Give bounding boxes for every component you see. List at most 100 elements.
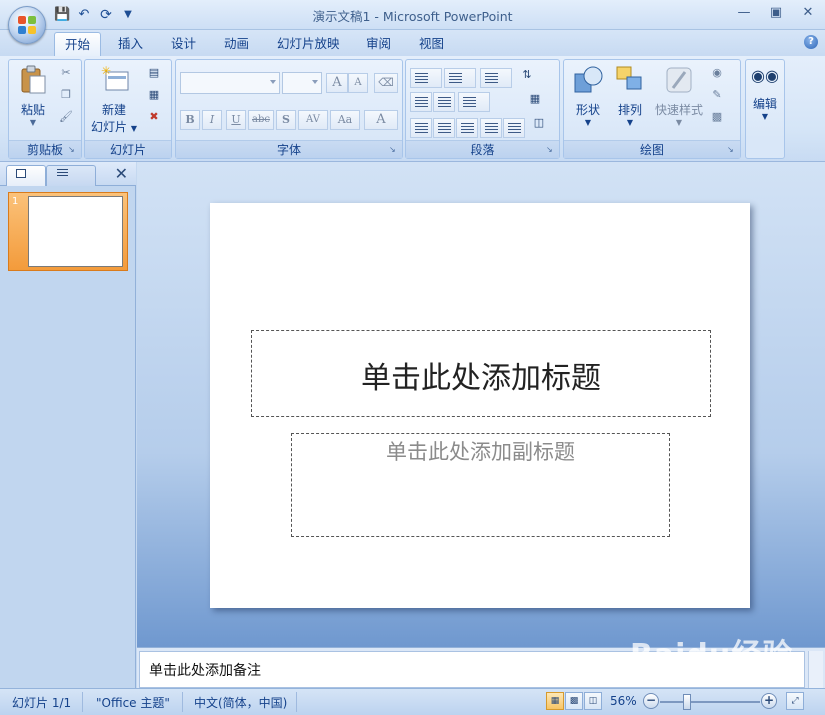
- columns-button[interactable]: [458, 92, 490, 112]
- slide-sorter-view-button[interactable]: ▩: [565, 692, 583, 710]
- shape-fill-icon[interactable]: ◉: [708, 64, 726, 82]
- paste-button[interactable]: 粘贴 ▼: [13, 64, 53, 127]
- shapes-dropdown-icon[interactable]: ▼: [568, 118, 608, 127]
- slide-count: 幻灯片 1/1: [12, 696, 72, 710]
- help-icon[interactable]: ?: [804, 35, 818, 49]
- strikethrough-button[interactable]: abc: [248, 110, 274, 130]
- minimize-icon[interactable]: —: [733, 4, 755, 22]
- window-controls: — ▣ ✕: [733, 4, 819, 22]
- delete-slide-icon[interactable]: ✖: [145, 108, 163, 126]
- tab-animations[interactable]: 动画: [214, 32, 259, 56]
- bold-button[interactable]: B: [180, 110, 200, 130]
- slide-show-view-button[interactable]: ◫: [584, 692, 602, 710]
- new-slide-icon: ✳: [101, 64, 129, 91]
- columns-icon: [463, 97, 476, 108]
- text-shadow-button[interactable]: S: [276, 110, 296, 130]
- editing-dropdown-icon[interactable]: ▼: [748, 112, 782, 121]
- distributed-button[interactable]: [503, 118, 525, 138]
- outline-tab[interactable]: [46, 165, 96, 186]
- subtitle-placeholder[interactable]: 单击此处添加副标题: [291, 433, 670, 537]
- tab-view[interactable]: 视图: [409, 32, 454, 56]
- close-pane-icon[interactable]: ✕: [115, 164, 128, 183]
- new-slide-dropdown-icon[interactable]: ▼: [131, 124, 137, 133]
- tab-review[interactable]: 审阅: [356, 32, 401, 56]
- slide-canvas[interactable]: 单击此处添加标题 单击此处添加副标题: [210, 203, 750, 608]
- theme-name[interactable]: "Office 主题": [96, 694, 170, 711]
- font-launcher-icon[interactable]: ↘: [389, 145, 399, 155]
- paragraph-launcher-icon[interactable]: ↘: [546, 145, 556, 155]
- tab-design[interactable]: 设计: [161, 32, 206, 56]
- ribbon-tabs: 开始 插入 设计 动画 幻灯片放映 审阅 视图 ?: [0, 30, 825, 56]
- font-color-button[interactable]: A: [364, 110, 398, 130]
- change-case-button[interactable]: Aa: [330, 110, 360, 130]
- slides-tab[interactable]: [6, 165, 46, 186]
- align-left-button[interactable]: [410, 118, 432, 138]
- new-slide-button[interactable]: ✳ 新建 幻灯片 ▼: [87, 64, 141, 135]
- restore-icon[interactable]: ▣: [765, 4, 787, 22]
- zoom-out-icon[interactable]: −: [643, 693, 659, 709]
- notes-placeholder: 单击此处添加备注: [149, 663, 261, 679]
- bullets-button[interactable]: [410, 68, 442, 88]
- decrease-indent-button[interactable]: [410, 92, 432, 112]
- subtitle-placeholder-text: 单击此处添加副标题: [386, 440, 575, 464]
- notes-scrollbar[interactable]: [808, 651, 823, 688]
- quick-styles-button[interactable]: 快速样式 ▼: [652, 64, 706, 127]
- shape-outline-icon[interactable]: ✎: [708, 86, 726, 104]
- justify-icon: [485, 123, 498, 134]
- slide-thumbnail[interactable]: [28, 196, 123, 267]
- clear-formatting-icon[interactable]: ⌫: [374, 73, 398, 93]
- fit-to-window-icon[interactable]: ⤢: [786, 692, 804, 710]
- tab-slide-show[interactable]: 幻灯片放映: [267, 32, 350, 56]
- italic-button[interactable]: I: [202, 110, 222, 130]
- numbering-button[interactable]: [444, 68, 476, 88]
- tab-home[interactable]: 开始: [54, 32, 102, 56]
- align-right-button[interactable]: [456, 118, 478, 138]
- clipboard-launcher-icon[interactable]: ↘: [68, 145, 78, 155]
- increase-indent-button[interactable]: [433, 92, 455, 112]
- font-name-dropdown[interactable]: [180, 72, 280, 94]
- align-center-button[interactable]: [433, 118, 455, 138]
- arrange-dropdown-icon[interactable]: ▼: [610, 118, 650, 127]
- slide-thumbnail-selected[interactable]: 1: [8, 192, 128, 271]
- editing-group: ◉◉ 编辑 ▼: [745, 59, 785, 159]
- line-spacing-icon: [485, 73, 498, 84]
- font-group-label: 字体: [176, 140, 402, 158]
- tab-insert[interactable]: 插入: [108, 32, 153, 56]
- shapes-button[interactable]: 形状 ▼: [568, 64, 608, 127]
- watermark-logo: Baidu经验 jingyan.baidu.com: [630, 638, 794, 679]
- text-direction-icon[interactable]: ⇅: [518, 66, 536, 84]
- align-text-icon[interactable]: ▦: [526, 90, 544, 108]
- font-size-dropdown[interactable]: [282, 72, 322, 94]
- office-logo-icon: [18, 16, 37, 35]
- editing-button[interactable]: ◉◉ 编辑 ▼: [748, 66, 782, 121]
- underline-button[interactable]: U: [226, 110, 246, 130]
- normal-view-button[interactable]: ▦: [546, 692, 564, 710]
- zoom-level[interactable]: 56%: [610, 694, 637, 708]
- justify-button[interactable]: [480, 118, 502, 138]
- quick-styles-dropdown-icon[interactable]: ▼: [652, 118, 706, 127]
- smartart-icon[interactable]: ◫: [530, 114, 548, 132]
- title-placeholder[interactable]: 单击此处添加标题: [251, 330, 711, 417]
- layout-icon[interactable]: ▤: [145, 64, 163, 82]
- close-icon[interactable]: ✕: [797, 4, 819, 22]
- shrink-font-button[interactable]: A: [348, 73, 368, 93]
- character-spacing-button[interactable]: AV: [298, 110, 328, 130]
- grow-font-button[interactable]: A: [326, 73, 348, 93]
- cut-icon[interactable]: ✂: [57, 64, 75, 82]
- drawing-launcher-icon[interactable]: ↘: [727, 145, 737, 155]
- slides-pane: ✕ 1: [0, 162, 136, 688]
- arrange-button[interactable]: 排列 ▼: [610, 64, 650, 127]
- zoom-slider[interactable]: [660, 701, 760, 703]
- paste-dropdown-icon[interactable]: ▼: [13, 118, 53, 127]
- slide-thumbnail-number: 1: [12, 196, 19, 207]
- zoom-in-icon[interactable]: +: [761, 693, 777, 709]
- reset-slide-icon[interactable]: ▦: [145, 86, 163, 104]
- zoom-slider-thumb[interactable]: [683, 694, 691, 710]
- language-indicator[interactable]: 中文(简体，中国): [194, 694, 287, 711]
- office-button[interactable]: [8, 6, 46, 44]
- line-spacing-button[interactable]: [480, 68, 512, 88]
- copy-icon[interactable]: ❐: [57, 86, 75, 104]
- drawing-group: 形状 ▼ 排列 ▼ 快速样式 ▼ ◉ ✎ ▩ 绘图 ↘: [563, 59, 741, 159]
- shape-effects-icon[interactable]: ▩: [708, 108, 726, 126]
- format-painter-icon[interactable]: 🖌: [57, 108, 75, 126]
